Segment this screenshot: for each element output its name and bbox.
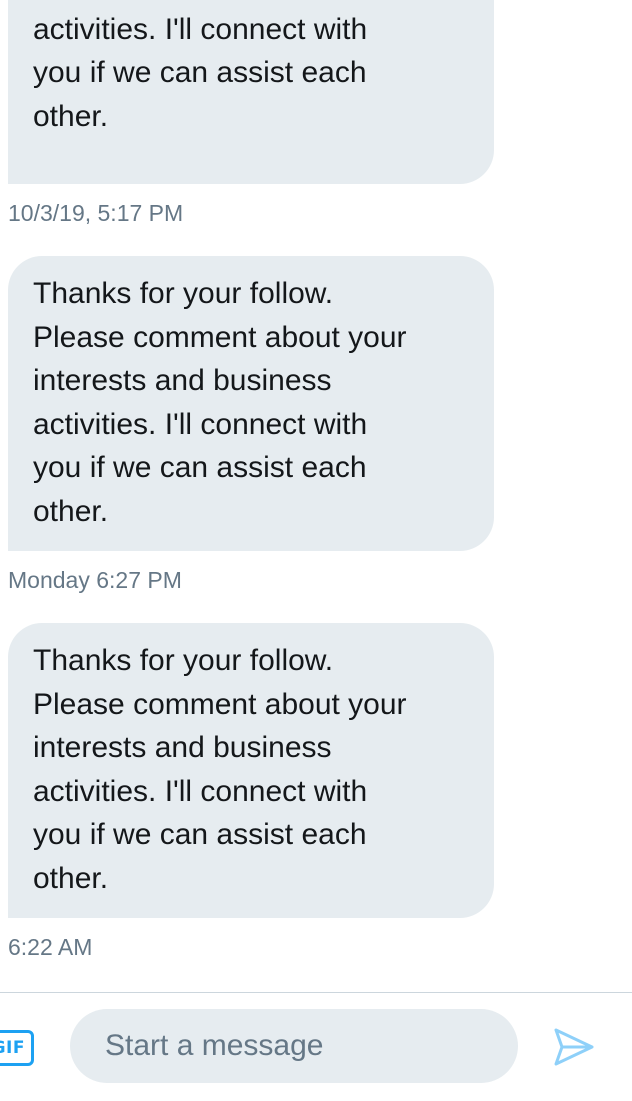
message-timestamp: Monday 6:27 PM (8, 567, 182, 593)
send-icon[interactable] (553, 1027, 595, 1067)
message-timestamp: 10/3/19, 5:17 PM (8, 200, 184, 226)
gif-button[interactable]: GIF (0, 1030, 34, 1066)
message-composer: GIF Start a message (0, 992, 632, 1101)
message-bubble[interactable]: Thanks for your follow. Please comment a… (8, 623, 494, 918)
message-input[interactable]: Start a message (70, 1009, 518, 1083)
message-bubble[interactable]: Thanks for your follow. Please comment a… (8, 256, 494, 551)
message-bubble[interactable]: interests and business activities. I'll … (8, 0, 494, 184)
message-timestamp: 6:22 AM (8, 934, 93, 960)
conversation-screen: interests and business activities. I'll … (0, 0, 632, 1101)
